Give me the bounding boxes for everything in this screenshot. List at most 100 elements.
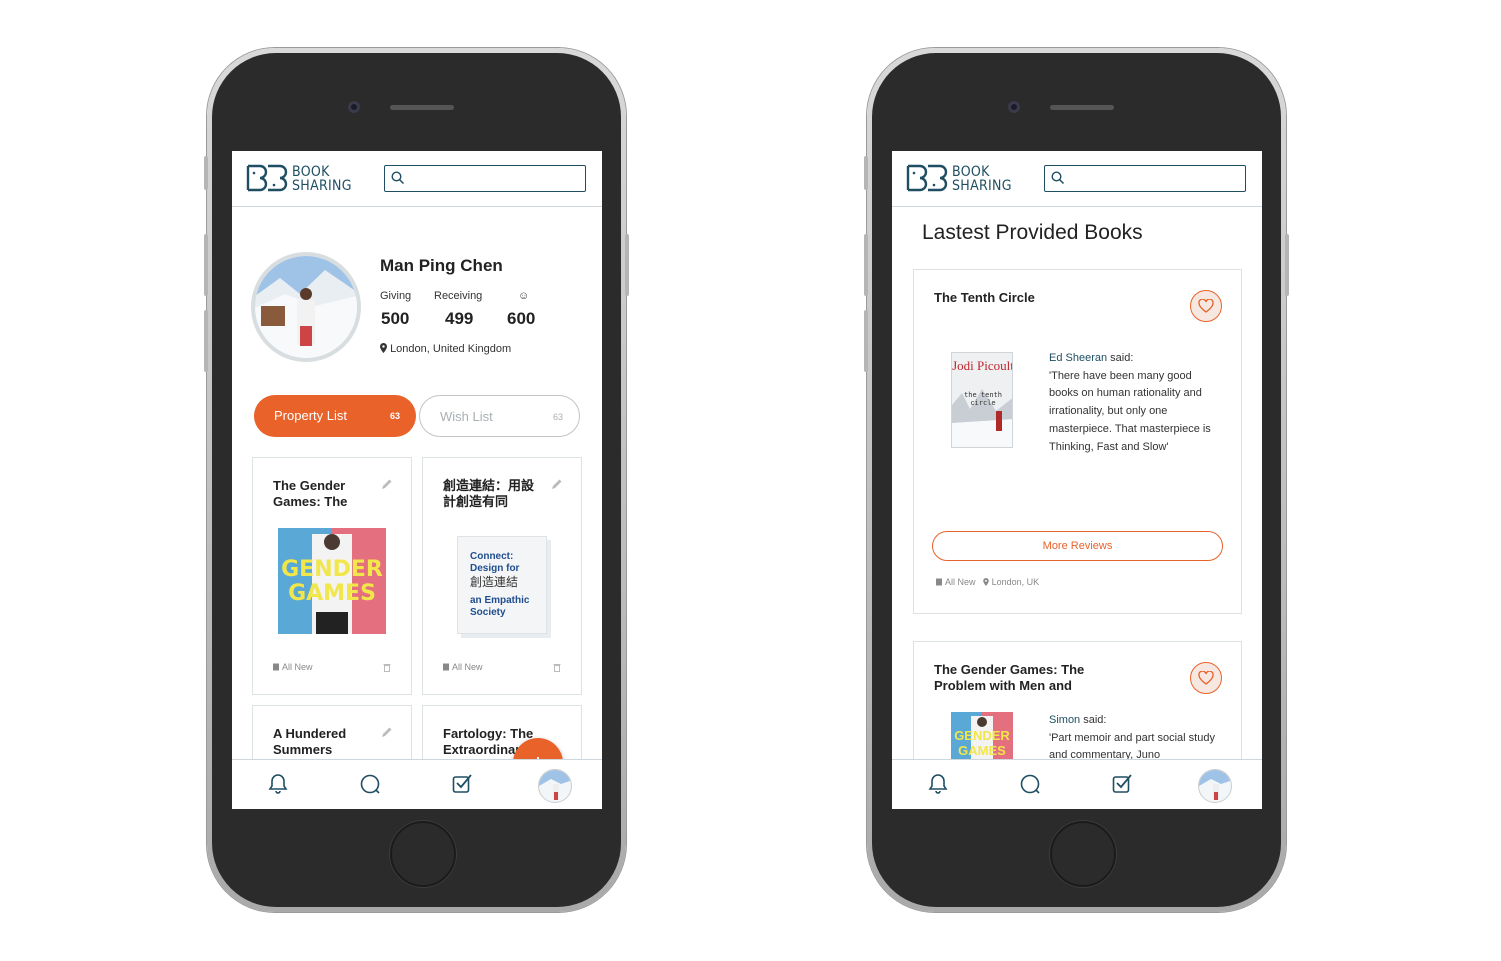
trash-icon[interactable] [383, 663, 391, 672]
front-camera [348, 101, 360, 113]
profile-location: London, United Kingdom [380, 343, 511, 355]
book-card[interactable]: 創造連結：用設計創造有同 Connect: Design for 創造連結 an… [422, 457, 582, 695]
book-icon [936, 578, 942, 586]
heart-icon [1198, 299, 1214, 313]
said-label: said: [1080, 714, 1107, 726]
bell-icon[interactable] [266, 772, 290, 796]
logo-text: BOOK SHARING [292, 165, 352, 193]
cover-line: Connect: [470, 551, 514, 562]
edit-pencil-icon[interactable] [551, 478, 563, 490]
volume-up-button [204, 234, 208, 296]
review-text: Ed Sheeran said: 'There have been many g… [1049, 350, 1221, 456]
profile-location-text: London, United Kingdom [390, 343, 512, 355]
tab-wish-list-label: Wish List [440, 409, 493, 424]
earpiece-speaker [1050, 105, 1114, 110]
book-cover: Connect: Design for 創造連結 an Empathic Soc… [457, 536, 547, 634]
search-input[interactable] [1044, 165, 1246, 192]
volume-down-button [864, 310, 868, 372]
home-button[interactable] [1050, 821, 1116, 887]
power-button [1285, 234, 1289, 296]
logo-line-book: BOOK [952, 164, 990, 180]
checkbox-icon[interactable] [450, 772, 474, 796]
said-label: said: [1107, 352, 1134, 364]
stat-value-smiles: 600 [507, 309, 536, 328]
book-condition: All New [442, 662, 483, 672]
reviewer-link[interactable]: Simon [1049, 714, 1080, 726]
volume-down-button [204, 310, 208, 372]
power-button [625, 234, 629, 296]
tab-property-list-count: 63 [389, 411, 400, 421]
book-cover: Jodi Picoult the tenth circle [951, 352, 1013, 448]
heart-icon [1198, 671, 1214, 685]
book-condition-text: All New [282, 662, 313, 672]
stat-value-receiving: 499 [445, 309, 474, 328]
review-quote: 'Part memoir and part social study and c… [1049, 731, 1215, 762]
phone-right: BOOK SHARING Lastest Provided Books The … [864, 48, 1289, 912]
earpiece-speaker [390, 105, 454, 110]
cover-title: the tenth circle [964, 391, 1002, 407]
stat-value-giving: 500 [381, 309, 410, 328]
cover-text: GENDER GAMES [281, 557, 383, 606]
logo-text: BOOK SHARING [952, 165, 1012, 193]
avatar-photo [539, 770, 571, 802]
tab-property-list[interactable]: Property List 63 [254, 395, 416, 437]
review-quote: 'There have been many good books on huma… [1049, 369, 1211, 453]
reviewer-link[interactable]: Ed Sheeran [1049, 352, 1107, 364]
chat-icon[interactable] [1018, 772, 1042, 796]
tab-wish-list-count: 63 [552, 412, 563, 422]
book-card-title: 創造連結：用設計創造有同 [443, 478, 535, 509]
book-card-title: A Hundered Summers [273, 726, 347, 757]
feed-card-title: The Gender Games: The Problem with Men a… [934, 662, 1085, 693]
map-pin-icon [380, 343, 387, 353]
logo-line-sharing: SHARING [292, 178, 352, 194]
book-condition-text: All New [945, 577, 976, 587]
book-condition-text: All New [452, 662, 483, 672]
chat-icon[interactable] [358, 772, 382, 796]
nav-profile-avatar[interactable] [1198, 769, 1232, 803]
search-input[interactable] [384, 165, 586, 192]
checkbox-icon[interactable] [1110, 772, 1134, 796]
app-logo[interactable]: BOOK SHARING [906, 164, 1012, 196]
bell-icon[interactable] [926, 772, 950, 796]
front-camera [1008, 101, 1020, 113]
phone-left: BOOK SHARING Man Ping Chen Giving Receiv… [204, 48, 629, 912]
cover-text: GENDER GAMES [954, 728, 1010, 758]
feed-card-title: The Tenth Circle [934, 290, 1035, 305]
logo-mark-icon [906, 164, 948, 192]
nav-profile-avatar[interactable] [538, 769, 572, 803]
book-condition: All New [272, 662, 313, 672]
like-button[interactable] [1190, 662, 1222, 694]
feed-screen: BOOK SHARING Lastest Provided Books The … [892, 151, 1262, 809]
book-card[interactable]: The Gender Games: The GENDER GAMES All N… [252, 457, 412, 695]
profile-avatar[interactable] [251, 252, 361, 362]
stat-label-giving: Giving [380, 290, 412, 302]
cover-line: Society [470, 607, 506, 618]
like-button[interactable] [1190, 290, 1222, 322]
home-button[interactable] [390, 821, 456, 887]
page-title: Lastest Provided Books [922, 221, 1143, 244]
map-pin-icon [983, 578, 989, 586]
search-icon [391, 171, 405, 185]
app-logo[interactable]: BOOK SHARING [246, 164, 352, 196]
search-icon [1051, 171, 1065, 185]
edit-pencil-icon[interactable] [381, 726, 393, 738]
top-bar: BOOK SHARING [892, 151, 1262, 207]
book-card-title: The Gender Games: The [273, 478, 348, 509]
cover-author: Jodi Picoult [952, 358, 1013, 373]
logo-line-book: BOOK [292, 164, 330, 180]
more-reviews-button[interactable]: More Reviews [932, 531, 1223, 561]
bottom-nav [232, 759, 602, 809]
profile-name: Man Ping Chen [380, 256, 503, 275]
volume-up-button [864, 234, 868, 296]
tab-wish-list[interactable]: Wish List 63 [419, 395, 580, 437]
trash-icon[interactable] [553, 663, 561, 672]
cover-line: an Empathic [470, 595, 530, 606]
cover-line: 創造連結 [470, 575, 519, 589]
feed-card[interactable]: The Tenth Circle Jodi Picoult the tenth … [913, 269, 1242, 614]
book-meta: All New London, UK [935, 577, 1039, 587]
cover-text: Connect: Design for 創造連結 an Empathic Soc… [470, 551, 529, 619]
edit-pencil-icon[interactable] [381, 478, 393, 490]
logo-mark-icon [246, 164, 288, 192]
bottom-nav [892, 759, 1262, 809]
mute-switch [864, 156, 868, 190]
